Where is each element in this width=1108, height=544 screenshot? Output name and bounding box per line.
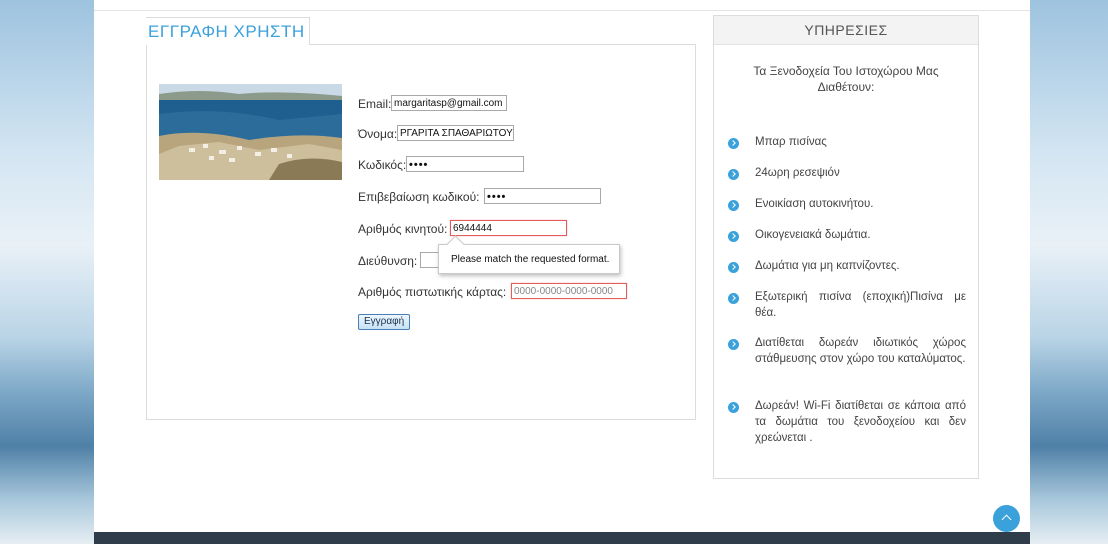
background-sea-right (1030, 0, 1108, 544)
service-text: Μπαρ πισίνας (755, 136, 827, 148)
chevron-right-circle-icon (728, 169, 739, 180)
service-text: Δωρεάν! Wi-Fi διατίθεται σε κάποια από τ… (755, 400, 966, 444)
chevron-right-circle-icon (728, 231, 739, 242)
services-title: ΥΠΗΡΕΣΙΕΣ (714, 16, 978, 45)
address-label: Διεύθυνση: (358, 254, 418, 268)
password-row: Κωδικός: (358, 158, 406, 172)
credit-card-placeholder: 0000-0000-0000-0000 (514, 286, 613, 297)
service-text: Ενοικίαση αυτοκινήτου. (755, 198, 874, 210)
password-input[interactable]: •••• (406, 156, 524, 172)
mobile-label: Αριθμός κινητού: (358, 222, 448, 236)
chevron-right-circle-icon (728, 138, 739, 149)
email-label: Email: (358, 97, 392, 111)
chevron-right-circle-icon (728, 262, 739, 273)
confirm-password-label: Επιβεβαίωση κωδικού: (358, 190, 480, 204)
chevron-right-circle-icon (728, 339, 739, 350)
header-divider (94, 10, 1030, 11)
credit-card-label: Αριθμός πιστωτικής κάρτας: (358, 285, 507, 299)
mobile-input[interactable]: 6944444 (450, 220, 567, 236)
confirm-password-input[interactable]: •••• (484, 188, 601, 204)
services-intro: Τα Ξενοδοχεία Του Ιστοχώρου Μας Διαθέτου… (753, 64, 939, 94)
background-sea-left (0, 0, 94, 544)
chevron-right-circle-icon (728, 293, 739, 304)
hotel-island-photo (159, 84, 342, 180)
email-input[interactable]: margaritasp@gmail.com (391, 95, 507, 111)
service-text: 24ωρη ρεσεψιόν (755, 167, 840, 179)
registration-tab: ΕΓΓΡΑΦΗ ΧΡΗΣΤΗ (146, 17, 310, 45)
credit-card-input[interactable]: 0000-0000-0000-0000 (511, 283, 627, 299)
mobile-row: Αριθμός κινητού: (358, 222, 447, 236)
name-row: Όνομα: (358, 127, 397, 141)
registration-title: ΕΓΓΡΑΦΗ ΧΡΗΣΤΗ (148, 22, 305, 41)
chevron-right-circle-icon (728, 402, 739, 413)
service-text: Δωμάτια για μη καπνίζοντες. (755, 260, 900, 272)
password-label: Κωδικός: (358, 158, 407, 172)
footer-bar (94, 532, 1030, 544)
address-row: Διεύθυνση: (358, 254, 417, 268)
credit-card-row: Αριθμός πιστωτικής κάρτας: (358, 285, 506, 299)
email-row: Email: (358, 97, 391, 111)
service-text: Διατίθεται δωρεάν ιδιωτικός χώρος στάθμε… (755, 337, 966, 365)
service-text: Οικογενειακά δωμάτια. (755, 229, 871, 241)
confirm-password-row: Επιβεβαίωση κωδικού: (358, 190, 479, 204)
validation-tooltip: Please match the requested format. (438, 244, 620, 274)
name-input[interactable]: ΡΓΑΡΙΤΑ ΣΠΑΘΑΡΙΩΤΟΥ (397, 125, 514, 141)
scroll-to-top-button[interactable] (993, 505, 1020, 532)
services-panel: ΥΠΗΡΕΣΙΕΣ Τα Ξενοδοχεία Του Ιστοχώρου Μα… (713, 15, 979, 479)
chevron-right-circle-icon (728, 200, 739, 211)
service-text: Εξωτερική πισίνα (εποχική)Πισίνα με θέα. (755, 291, 966, 319)
name-label: Όνομα: (358, 127, 398, 141)
register-button[interactable]: Εγγραφή (358, 314, 411, 330)
